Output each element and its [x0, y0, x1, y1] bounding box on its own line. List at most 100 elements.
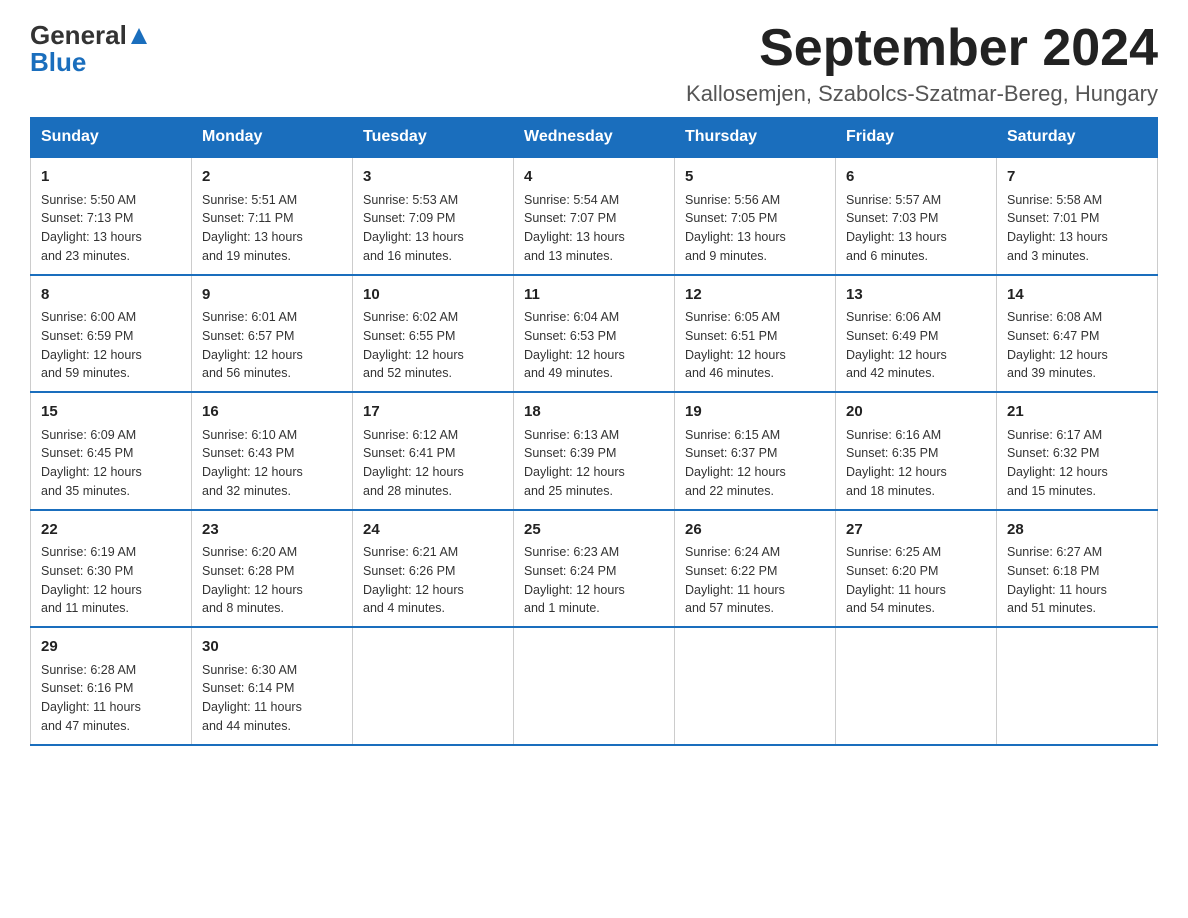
calendar-cell: 12Sunrise: 6:05 AMSunset: 6:51 PMDayligh… — [675, 275, 836, 393]
calendar-cell: 22Sunrise: 6:19 AMSunset: 6:30 PMDayligh… — [31, 510, 192, 628]
day-info: Sunrise: 6:10 AMSunset: 6:43 PMDaylight:… — [202, 426, 342, 501]
day-number: 19 — [685, 401, 825, 424]
day-info: Sunrise: 5:57 AMSunset: 7:03 PMDaylight:… — [846, 191, 986, 266]
day-number: 9 — [202, 284, 342, 307]
day-number: 28 — [1007, 519, 1147, 542]
calendar-cell: 4Sunrise: 5:54 AMSunset: 7:07 PMDaylight… — [514, 157, 675, 275]
calendar-cell: 20Sunrise: 6:16 AMSunset: 6:35 PMDayligh… — [836, 392, 997, 510]
day-info: Sunrise: 6:13 AMSunset: 6:39 PMDaylight:… — [524, 426, 664, 501]
week-row-1: 1Sunrise: 5:50 AMSunset: 7:13 PMDaylight… — [31, 157, 1158, 275]
calendar-cell: 13Sunrise: 6:06 AMSunset: 6:49 PMDayligh… — [836, 275, 997, 393]
header-friday: Friday — [836, 118, 997, 158]
calendar-cell: 11Sunrise: 6:04 AMSunset: 6:53 PMDayligh… — [514, 275, 675, 393]
day-info: Sunrise: 5:58 AMSunset: 7:01 PMDaylight:… — [1007, 191, 1147, 266]
day-number: 26 — [685, 519, 825, 542]
weekday-header-row: Sunday Monday Tuesday Wednesday Thursday… — [31, 118, 1158, 158]
calendar-cell — [997, 627, 1158, 745]
calendar-cell: 25Sunrise: 6:23 AMSunset: 6:24 PMDayligh… — [514, 510, 675, 628]
day-info: Sunrise: 6:09 AMSunset: 6:45 PMDaylight:… — [41, 426, 181, 501]
day-number: 20 — [846, 401, 986, 424]
calendar-cell: 16Sunrise: 6:10 AMSunset: 6:43 PMDayligh… — [192, 392, 353, 510]
day-info: Sunrise: 6:02 AMSunset: 6:55 PMDaylight:… — [363, 308, 503, 383]
day-info: Sunrise: 6:25 AMSunset: 6:20 PMDaylight:… — [846, 543, 986, 618]
calendar-cell — [514, 627, 675, 745]
day-info: Sunrise: 6:20 AMSunset: 6:28 PMDaylight:… — [202, 543, 342, 618]
day-number: 12 — [685, 284, 825, 307]
day-number: 18 — [524, 401, 664, 424]
day-number: 3 — [363, 166, 503, 189]
day-info: Sunrise: 5:54 AMSunset: 7:07 PMDaylight:… — [524, 191, 664, 266]
calendar-cell — [675, 627, 836, 745]
location-subtitle: Kallosemjen, Szabolcs-Szatmar-Bereg, Hun… — [686, 81, 1158, 107]
day-number: 22 — [41, 519, 181, 542]
day-number: 15 — [41, 401, 181, 424]
calendar-cell: 15Sunrise: 6:09 AMSunset: 6:45 PMDayligh… — [31, 392, 192, 510]
logo: General Blue — [30, 20, 149, 78]
day-info: Sunrise: 6:00 AMSunset: 6:59 PMDaylight:… — [41, 308, 181, 383]
day-number: 14 — [1007, 284, 1147, 307]
day-number: 21 — [1007, 401, 1147, 424]
month-title: September 2024 — [686, 20, 1158, 77]
logo-triangle-icon — [129, 26, 149, 46]
day-number: 5 — [685, 166, 825, 189]
day-number: 1 — [41, 166, 181, 189]
day-number: 23 — [202, 519, 342, 542]
day-number: 17 — [363, 401, 503, 424]
calendar-cell: 23Sunrise: 6:20 AMSunset: 6:28 PMDayligh… — [192, 510, 353, 628]
calendar-cell: 18Sunrise: 6:13 AMSunset: 6:39 PMDayligh… — [514, 392, 675, 510]
calendar-cell: 27Sunrise: 6:25 AMSunset: 6:20 PMDayligh… — [836, 510, 997, 628]
day-number: 8 — [41, 284, 181, 307]
day-number: 7 — [1007, 166, 1147, 189]
calendar-cell: 26Sunrise: 6:24 AMSunset: 6:22 PMDayligh… — [675, 510, 836, 628]
calendar-cell: 21Sunrise: 6:17 AMSunset: 6:32 PMDayligh… — [997, 392, 1158, 510]
calendar-cell — [353, 627, 514, 745]
calendar-cell: 29Sunrise: 6:28 AMSunset: 6:16 PMDayligh… — [31, 627, 192, 745]
day-info: Sunrise: 6:23 AMSunset: 6:24 PMDaylight:… — [524, 543, 664, 618]
week-row-4: 22Sunrise: 6:19 AMSunset: 6:30 PMDayligh… — [31, 510, 1158, 628]
day-info: Sunrise: 6:28 AMSunset: 6:16 PMDaylight:… — [41, 661, 181, 736]
day-info: Sunrise: 5:50 AMSunset: 7:13 PMDaylight:… — [41, 191, 181, 266]
header-saturday: Saturday — [997, 118, 1158, 158]
calendar-cell: 19Sunrise: 6:15 AMSunset: 6:37 PMDayligh… — [675, 392, 836, 510]
day-number: 25 — [524, 519, 664, 542]
day-info: Sunrise: 6:19 AMSunset: 6:30 PMDaylight:… — [41, 543, 181, 618]
calendar-cell: 3Sunrise: 5:53 AMSunset: 7:09 PMDaylight… — [353, 157, 514, 275]
day-info: Sunrise: 6:17 AMSunset: 6:32 PMDaylight:… — [1007, 426, 1147, 501]
day-info: Sunrise: 6:08 AMSunset: 6:47 PMDaylight:… — [1007, 308, 1147, 383]
calendar-cell: 9Sunrise: 6:01 AMSunset: 6:57 PMDaylight… — [192, 275, 353, 393]
day-info: Sunrise: 6:04 AMSunset: 6:53 PMDaylight:… — [524, 308, 664, 383]
day-number: 27 — [846, 519, 986, 542]
logo-blue-text: Blue — [30, 47, 86, 78]
day-number: 30 — [202, 636, 342, 659]
day-info: Sunrise: 6:12 AMSunset: 6:41 PMDaylight:… — [363, 426, 503, 501]
day-info: Sunrise: 6:27 AMSunset: 6:18 PMDaylight:… — [1007, 543, 1147, 618]
calendar-cell: 30Sunrise: 6:30 AMSunset: 6:14 PMDayligh… — [192, 627, 353, 745]
calendar-cell: 7Sunrise: 5:58 AMSunset: 7:01 PMDaylight… — [997, 157, 1158, 275]
calendar-cell: 5Sunrise: 5:56 AMSunset: 7:05 PMDaylight… — [675, 157, 836, 275]
week-row-2: 8Sunrise: 6:00 AMSunset: 6:59 PMDaylight… — [31, 275, 1158, 393]
week-row-5: 29Sunrise: 6:28 AMSunset: 6:16 PMDayligh… — [31, 627, 1158, 745]
day-info: Sunrise: 6:15 AMSunset: 6:37 PMDaylight:… — [685, 426, 825, 501]
day-number: 29 — [41, 636, 181, 659]
day-number: 13 — [846, 284, 986, 307]
calendar-cell — [836, 627, 997, 745]
calendar-cell: 17Sunrise: 6:12 AMSunset: 6:41 PMDayligh… — [353, 392, 514, 510]
day-info: Sunrise: 5:56 AMSunset: 7:05 PMDaylight:… — [685, 191, 825, 266]
day-info: Sunrise: 6:30 AMSunset: 6:14 PMDaylight:… — [202, 661, 342, 736]
day-info: Sunrise: 6:24 AMSunset: 6:22 PMDaylight:… — [685, 543, 825, 618]
week-row-3: 15Sunrise: 6:09 AMSunset: 6:45 PMDayligh… — [31, 392, 1158, 510]
header-monday: Monday — [192, 118, 353, 158]
day-info: Sunrise: 6:06 AMSunset: 6:49 PMDaylight:… — [846, 308, 986, 383]
calendar-cell: 8Sunrise: 6:00 AMSunset: 6:59 PMDaylight… — [31, 275, 192, 393]
calendar-cell: 2Sunrise: 5:51 AMSunset: 7:11 PMDaylight… — [192, 157, 353, 275]
day-number: 10 — [363, 284, 503, 307]
page-header: General Blue September 2024 Kallosemjen,… — [30, 20, 1158, 107]
calendar-cell: 6Sunrise: 5:57 AMSunset: 7:03 PMDaylight… — [836, 157, 997, 275]
header-tuesday: Tuesday — [353, 118, 514, 158]
header-wednesday: Wednesday — [514, 118, 675, 158]
day-number: 4 — [524, 166, 664, 189]
day-number: 2 — [202, 166, 342, 189]
day-info: Sunrise: 6:16 AMSunset: 6:35 PMDaylight:… — [846, 426, 986, 501]
day-info: Sunrise: 6:01 AMSunset: 6:57 PMDaylight:… — [202, 308, 342, 383]
day-info: Sunrise: 6:21 AMSunset: 6:26 PMDaylight:… — [363, 543, 503, 618]
